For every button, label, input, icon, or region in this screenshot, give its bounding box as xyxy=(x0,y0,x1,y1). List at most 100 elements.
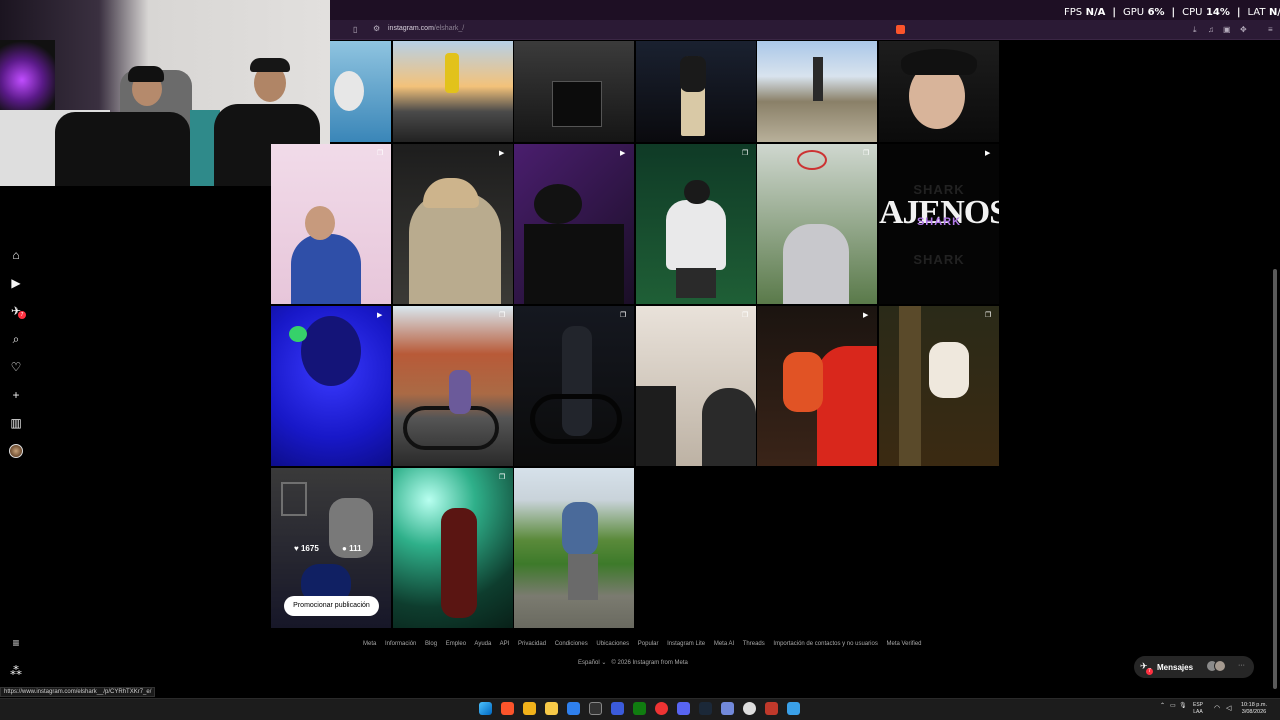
post-photo xyxy=(562,502,598,556)
clock-date: 3/08/2026 xyxy=(1241,709,1267,715)
app-icon[interactable] xyxy=(655,702,668,715)
carousel-icon: ❐ xyxy=(742,150,749,157)
footer-link-popular[interactable]: Popular xyxy=(638,641,659,647)
post-tile[interactable]: ❐ xyxy=(393,468,513,628)
post-tile[interactable]: ▶ xyxy=(757,306,877,466)
footer-link-api[interactable]: API xyxy=(500,641,510,647)
app-icon[interactable] xyxy=(523,702,536,715)
app-icon[interactable] xyxy=(787,702,800,715)
brave-shield-icon[interactable] xyxy=(896,25,905,34)
language-select[interactable]: Español xyxy=(578,660,600,666)
clock[interactable]: 10:18 p.m. 3/08/2026 xyxy=(1241,702,1267,716)
file-explorer-icon[interactable] xyxy=(545,702,558,715)
post-tile[interactable]: ❐ xyxy=(879,306,999,466)
post-tile[interactable] xyxy=(514,41,634,142)
app-icon[interactable] xyxy=(721,702,734,715)
promote-post-button[interactable]: Promocionar publicación xyxy=(284,596,379,616)
footer-link-jobs[interactable]: Empleo xyxy=(446,641,466,647)
steam-icon[interactable] xyxy=(699,702,712,715)
footer-link-threads[interactable]: Threads xyxy=(743,641,765,647)
home-icon[interactable]: ⌂ xyxy=(8,247,24,263)
post-photo xyxy=(423,178,479,208)
footer-link-meta[interactable]: Meta xyxy=(363,641,376,647)
post-tile[interactable] xyxy=(636,41,756,142)
post-photo xyxy=(666,200,726,270)
page-scrollbar[interactable] xyxy=(1273,44,1277,694)
post-photo xyxy=(403,406,499,450)
footer-link-locations[interactable]: Ubicaciones xyxy=(596,641,629,647)
app-icon[interactable] xyxy=(611,702,624,715)
app-icon[interactable] xyxy=(765,702,778,715)
footer-link-blog[interactable]: Blog xyxy=(425,641,437,647)
footer-link-terms[interactable]: Condiciones xyxy=(555,641,588,647)
url-text[interactable]: instagram.com/elshark_/ xyxy=(388,25,464,32)
app-icon[interactable] xyxy=(589,702,602,715)
post-tile[interactable]: ▶ xyxy=(514,144,634,304)
post-tile[interactable]: ❐ xyxy=(514,306,634,466)
messages-button[interactable] xyxy=(1134,656,1254,678)
microphone-icon[interactable]: 🎙 xyxy=(1179,703,1187,709)
post-photo xyxy=(441,508,477,618)
search-icon[interactable]: ⌕ xyxy=(8,331,24,347)
sidebar-toggle-icon[interactable]: ▣ xyxy=(1223,25,1231,34)
post-tile[interactable]: ❐ xyxy=(636,144,756,304)
post-tile[interactable]: ▶ xyxy=(271,306,391,466)
windows-start-icon[interactable] xyxy=(479,702,492,715)
media-icon[interactable]: ♫ xyxy=(1208,25,1214,34)
carousel-icon: ❐ xyxy=(863,150,870,157)
menu-icon[interactable]: ≡ xyxy=(8,635,24,651)
post-tile[interactable]: ❐ xyxy=(757,144,877,304)
address-bar[interactable] xyxy=(330,20,1280,40)
extensions-icon[interactable]: ✥ xyxy=(1240,25,1247,34)
post-photo xyxy=(524,224,624,304)
volume-icon[interactable]: ◁ xyxy=(1226,704,1231,712)
shark-overlay-text: SHARK xyxy=(916,216,962,228)
post-tile[interactable]: ❐ xyxy=(636,306,756,466)
xbox-icon[interactable] xyxy=(633,702,646,715)
footer-link-privacy[interactable]: Privacidad xyxy=(518,641,546,647)
post-photo xyxy=(289,326,307,342)
post-photo xyxy=(817,346,877,466)
post-photo xyxy=(552,81,602,127)
footer-link-info[interactable]: Información xyxy=(385,641,416,647)
more-icon[interactable]: ··· xyxy=(1238,662,1245,669)
post-tile[interactable] xyxy=(879,41,999,142)
post-tile[interactable] xyxy=(330,41,391,142)
discord-icon[interactable] xyxy=(677,702,690,715)
post-tile[interactable]: ❐ xyxy=(271,144,391,304)
browser-menu-icon[interactable]: ≡ xyxy=(1268,25,1273,34)
app-icon[interactable]: ▭ xyxy=(1170,703,1176,709)
fps-label: FPS xyxy=(1064,7,1083,18)
post-tile[interactable]: ▶ SHARK AJENOS SHARK SHARK xyxy=(879,144,999,304)
footer-bottom: Español ⌄ © 2026 Instagram from Meta xyxy=(578,659,688,666)
app-icon[interactable] xyxy=(743,702,756,715)
footer-link-verified[interactable]: Meta Verified xyxy=(886,641,921,647)
post-tile[interactable] xyxy=(393,41,513,142)
post-tile[interactable] xyxy=(757,41,877,142)
chevron-up-icon[interactable]: ⌃ xyxy=(1160,703,1165,709)
person-1-hoodie xyxy=(55,112,190,186)
notifications-icon[interactable]: ♡ xyxy=(8,359,24,375)
footer-link-contacts[interactable]: Importación de contactos y no usuarios xyxy=(773,641,877,647)
post-photo xyxy=(568,554,598,600)
threads-icon[interactable]: ⁂ xyxy=(8,663,24,679)
scrollbar-thumb[interactable] xyxy=(1273,269,1277,689)
post-tile[interactable] xyxy=(514,468,634,628)
app-icon[interactable] xyxy=(567,702,580,715)
post-photo xyxy=(334,71,364,111)
download-icon[interactable]: ⤓ xyxy=(1193,25,1197,35)
footer-link-meta-ai[interactable]: Meta AI xyxy=(714,641,734,647)
brave-browser-icon[interactable] xyxy=(501,702,514,715)
language-indicator[interactable]: ESP LAA xyxy=(1193,702,1203,716)
create-icon[interactable]: + xyxy=(8,387,24,403)
site-settings-icon[interactable]: ⚙ xyxy=(373,24,380,33)
footer-link-lite[interactable]: Instagram Lite xyxy=(667,641,705,647)
wifi-icon[interactable]: ◠ xyxy=(1214,704,1220,712)
profile-avatar[interactable] xyxy=(9,444,23,458)
footer-link-help[interactable]: Ayuda xyxy=(474,641,491,647)
bookmark-icon[interactable]: ▯ xyxy=(353,25,357,34)
post-tile[interactable]: ❐ xyxy=(393,306,513,466)
reels-icon[interactable]: ▶ xyxy=(8,275,24,291)
post-tile[interactable]: ▶ xyxy=(393,144,513,304)
dashboard-icon[interactable]: ▥ xyxy=(8,415,24,431)
